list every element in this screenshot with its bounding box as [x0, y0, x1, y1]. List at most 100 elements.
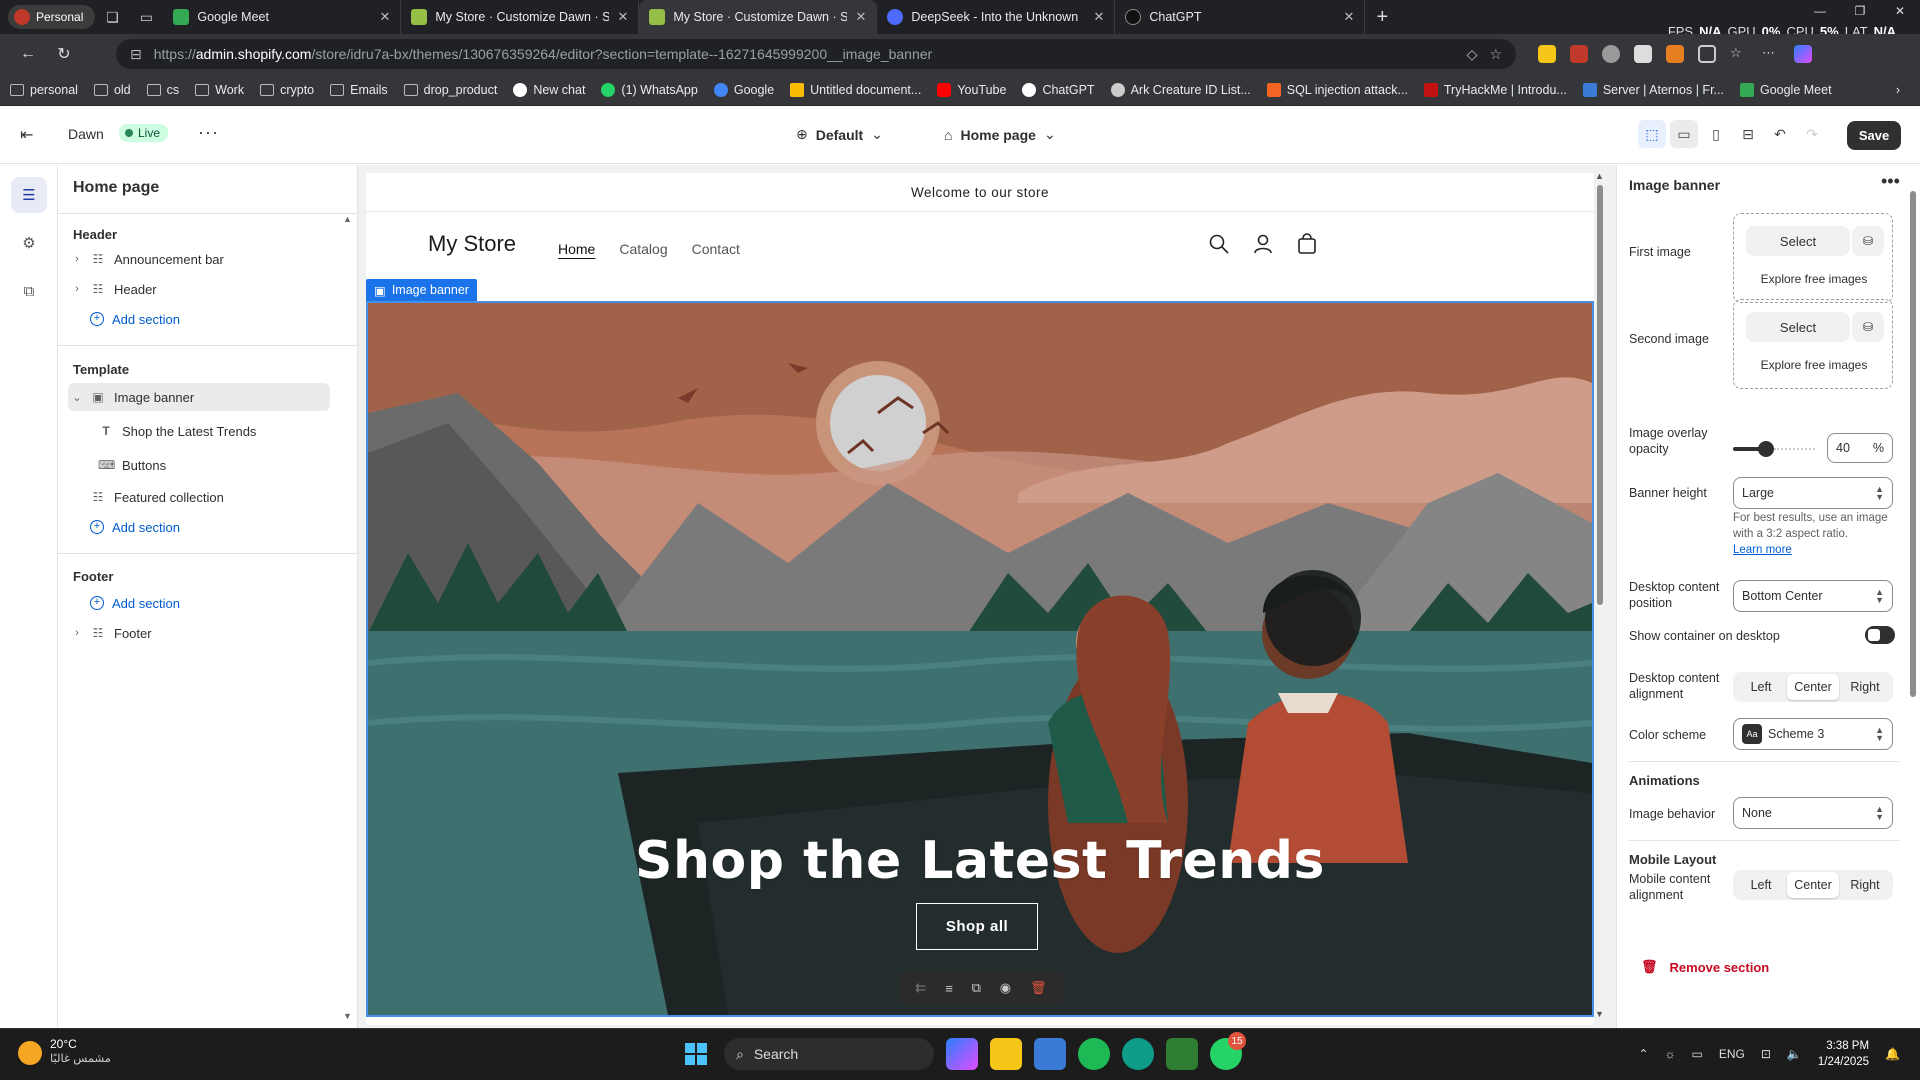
copilot-icon[interactable]: [1794, 45, 1812, 63]
image-behavior-select[interactable]: None ▲ ▼: [1733, 797, 1893, 829]
section-image-banner[interactable]: ⌄ ▣ Image banner: [68, 383, 330, 411]
bookmark-link[interactable]: New chat: [513, 82, 585, 97]
bookmark-link[interactable]: (1) WhatsApp: [601, 82, 698, 97]
volume-icon[interactable]: 🔈: [1787, 1047, 1802, 1061]
back-icon[interactable]: ←: [10, 45, 46, 63]
store-preview[interactable]: Welcome to our store My Store Home Catal…: [366, 173, 1594, 1025]
announcement-bar[interactable]: Welcome to our store: [366, 173, 1594, 212]
whatsapp-icon[interactable]: 15: [1210, 1032, 1246, 1070]
cart-icon[interactable]: [1296, 233, 1318, 255]
page-selector[interactable]: ⌂ Home page ⌄: [944, 126, 1056, 143]
chevron-right-icon[interactable]: ›: [68, 253, 86, 265]
section-announcement-bar[interactable]: › ☷ Announcement bar: [68, 245, 330, 273]
banner-height-select[interactable]: Large ▲ ▼: [1733, 477, 1893, 509]
extension-icon[interactable]: [1666, 45, 1684, 63]
chevron-down-icon[interactable]: ⌄: [68, 391, 86, 404]
weather-widget[interactable]: 20°C مشمس غالبًا: [18, 1037, 111, 1065]
network-icon[interactable]: ⊡: [1761, 1047, 1771, 1061]
chevron-right-icon[interactable]: ›: [68, 627, 86, 639]
spotify-icon[interactable]: [1078, 1038, 1110, 1070]
close-tab-icon[interactable]: ✕: [617, 9, 628, 25]
explore-free-images-link[interactable]: Explore free images: [1734, 358, 1894, 372]
tab-shopify-2-active[interactable]: My Store · Customize Dawn · Shop ✕: [639, 0, 878, 34]
block-heading[interactable]: T Shop the Latest Trends: [94, 417, 324, 445]
shop-all-button[interactable]: Shop all: [916, 903, 1038, 950]
overlay-opacity-slider[interactable]: [1733, 441, 1815, 457]
brightness-icon[interactable]: ☼: [1665, 1047, 1676, 1061]
extension-icon[interactable]: [1602, 45, 1620, 63]
section-featured-collection[interactable]: ☷ Featured collection: [68, 483, 330, 511]
site-info-icon[interactable]: ⊟: [130, 46, 142, 63]
desktop-position-select[interactable]: Bottom Center ▲ ▼: [1733, 580, 1893, 612]
reorder-icon[interactable]: ≡: [945, 981, 953, 996]
tablet-icon[interactable]: ▭: [1692, 1047, 1703, 1061]
bookmark-folder[interactable]: drop_product: [403, 83, 497, 97]
favorites-icon[interactable]: ☆: [1730, 45, 1748, 63]
bookmark-folder[interactable]: cs: [146, 83, 179, 97]
omnibox[interactable]: ⊟ https://admin.shopify.com/store/idru7a…: [116, 39, 1516, 69]
vertical-tabs-icon[interactable]: ▭: [129, 0, 163, 34]
overlay-opacity-input[interactable]: 40 %: [1827, 433, 1893, 463]
clock[interactable]: 3:38 PM 1/24/2025: [1818, 1038, 1869, 1070]
color-scheme-select[interactable]: Aa Scheme 3 ▲ ▼: [1733, 718, 1893, 750]
profile-button[interactable]: Personal: [8, 5, 96, 29]
restore-icon[interactable]: ❐: [1840, 4, 1880, 18]
bookmark-link[interactable]: YouTube: [937, 82, 1006, 97]
extension-icon[interactable]: [1538, 45, 1556, 63]
add-section-template[interactable]: + Add section: [68, 513, 330, 541]
redo-icon[interactable]: ↷: [1798, 120, 1826, 148]
bookmark-link[interactable]: Google Meet: [1739, 82, 1832, 97]
copilot-icon[interactable]: [946, 1038, 978, 1070]
edge-icon[interactable]: [1122, 1038, 1154, 1070]
explore-free-images-link[interactable]: Explore free images: [1734, 272, 1894, 286]
more-menu-icon[interactable]: ⋯: [1762, 45, 1780, 63]
bookmark-folder[interactable]: crypto: [260, 83, 314, 97]
media-library-icon[interactable]: ⛁: [1852, 226, 1884, 256]
language-indicator[interactable]: ENG: [1719, 1047, 1745, 1061]
bookmark-folder[interactable]: personal: [10, 83, 78, 97]
close-tab-icon[interactable]: ✕: [1343, 9, 1354, 25]
nav-contact[interactable]: Contact: [692, 241, 740, 257]
reload-icon[interactable]: ↻: [46, 44, 82, 64]
new-tab-icon[interactable]: +: [1365, 6, 1399, 29]
bookmarks-overflow-icon[interactable]: ›: [1896, 83, 1900, 97]
close-tab-icon[interactable]: ✕: [379, 9, 390, 25]
image-banner[interactable]: Shop the Latest Trends Shop all ⇇ ≡ ⧉ ◉ …: [366, 301, 1594, 1017]
extensions-puzzle-icon[interactable]: [1698, 45, 1716, 63]
add-section-header[interactable]: + Add section: [68, 305, 330, 333]
inspector-icon[interactable]: ⬚: [1638, 120, 1666, 148]
hide-icon[interactable]: ◉: [1000, 980, 1011, 996]
bookmark-folder[interactable]: Work: [195, 83, 244, 97]
extension-icon[interactable]: [1570, 45, 1588, 63]
close-window-icon[interactable]: ✕: [1880, 4, 1920, 18]
url-text[interactable]: https://admin.shopify.com/store/idru7a-b…: [154, 46, 1455, 62]
block-buttons[interactable]: ⌨ Buttons: [94, 451, 324, 479]
scroll-thumb[interactable]: [1910, 191, 1916, 697]
scroll-up-icon[interactable]: ▲: [1595, 171, 1604, 181]
align-left-option[interactable]: Left: [1735, 872, 1787, 898]
section-header[interactable]: › ☷ Header: [68, 275, 330, 303]
bookmark-link[interactable]: SQL injection attack...: [1266, 82, 1408, 97]
preview-scrollbar[interactable]: ▲ ▼: [1595, 171, 1604, 1019]
exit-editor-icon[interactable]: ⇤: [20, 125, 42, 145]
terminal-icon[interactable]: [1166, 1038, 1198, 1070]
bookmark-link[interactable]: ChatGPT: [1022, 82, 1095, 97]
bookmark-folder[interactable]: Emails: [330, 83, 388, 97]
workspaces-icon[interactable]: ❏: [95, 0, 129, 34]
duplicate-icon[interactable]: ⧉: [972, 980, 981, 996]
desktop-view-icon[interactable]: ▭: [1670, 120, 1698, 148]
close-tab-icon[interactable]: ✕: [1093, 9, 1104, 25]
tab-chatgpt[interactable]: ChatGPT ✕: [1115, 0, 1366, 34]
delete-icon[interactable]: 🗑: [1030, 980, 1047, 996]
learn-more-link[interactable]: Learn more: [1733, 542, 1903, 558]
align-right-option[interactable]: Right: [1839, 674, 1891, 700]
bookmark-link[interactable]: TryHackMe | Introdu...: [1423, 82, 1567, 97]
more-actions-icon[interactable]: •••: [1881, 171, 1900, 192]
scroll-thumb[interactable]: [1597, 185, 1603, 605]
read-aloud-icon[interactable]: ◇: [1467, 46, 1478, 63]
tab-deepseek[interactable]: DeepSeek - Into the Unknown ✕: [877, 0, 1116, 34]
tray-overflow-icon[interactable]: ⌃: [1638, 1047, 1648, 1061]
mobile-view-icon[interactable]: ▯: [1702, 120, 1730, 148]
section-footer[interactable]: › ☷ Footer: [68, 619, 330, 647]
align-left-option[interactable]: Left: [1735, 674, 1787, 700]
